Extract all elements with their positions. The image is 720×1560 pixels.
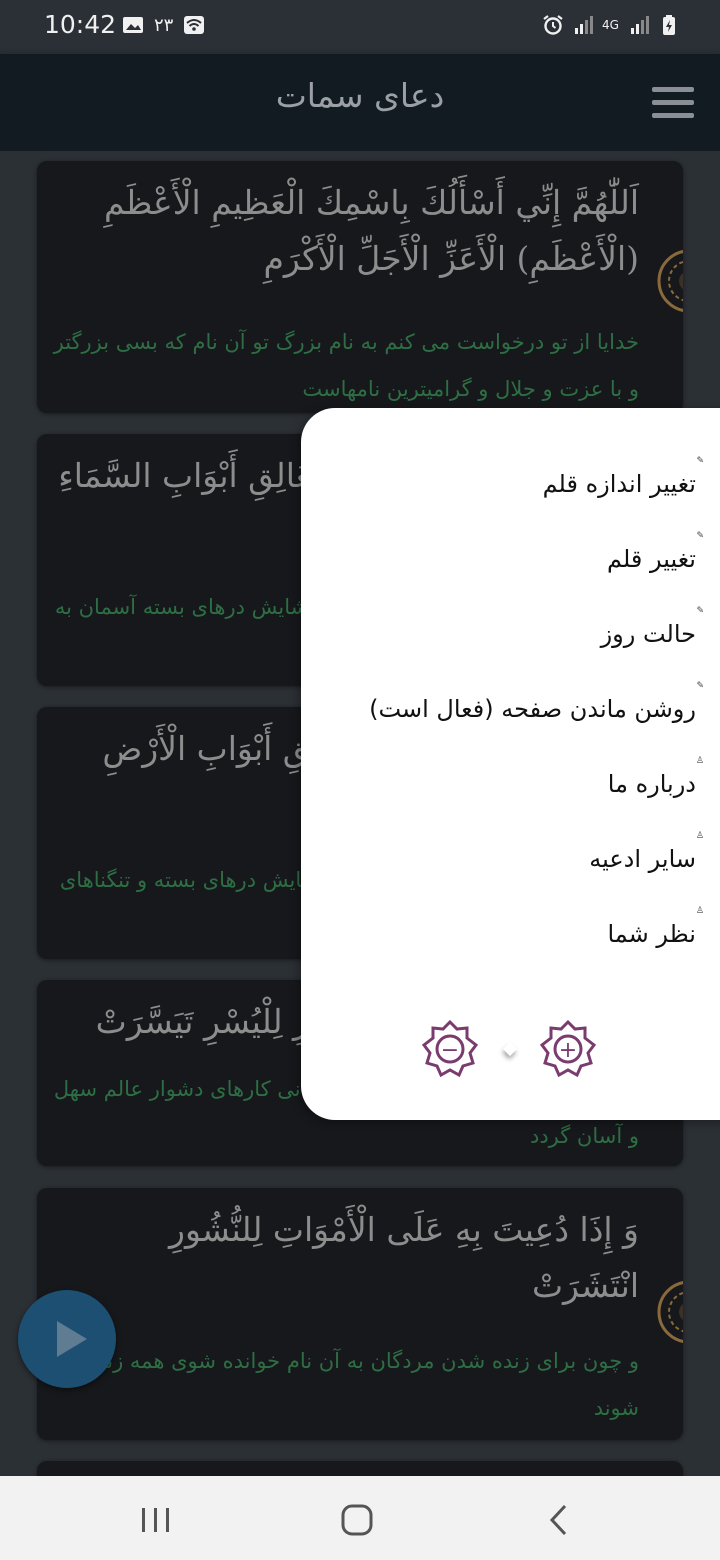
- status-extra: ۲۳: [154, 14, 174, 36]
- home-icon[interactable]: [337, 1502, 377, 1538]
- menu-item-other-prayers[interactable]: ♙ سایر ادعیه: [589, 831, 704, 905]
- arabic-text: اَللّٰهُمَّ إِنِّي أَسْأَلُكَ بِاسْمِكَ …: [104, 183, 639, 278]
- ornament-icon: [657, 1281, 683, 1343]
- status-left-icons: ۲۳: [122, 14, 205, 36]
- pen-icon: ✎: [696, 531, 704, 541]
- persian-translation: و چون برای زنده شدن مردگان به آن نام خوا…: [85, 1349, 639, 1420]
- pen-icon: ✎: [696, 456, 704, 466]
- system-nav-bar: [0, 1476, 720, 1560]
- plus-icon: +: [559, 1038, 577, 1063]
- network-type: 4G: [602, 18, 619, 32]
- ornament-icon: [657, 250, 683, 312]
- play-button[interactable]: [18, 1290, 116, 1388]
- menu-item-label: تغییر اندازه قلم: [542, 470, 696, 498]
- status-right-icons: 4G: [542, 14, 680, 36]
- page-title: دعای سمات: [275, 76, 445, 115]
- prayer-card: اَللّٰهُمَّ إِنِّي أَسْأَلُكَ بِاسْمِكَ …: [37, 161, 683, 413]
- person-icon: ♙: [695, 831, 704, 841]
- arabic-text: وَ إِذَا دُعِيتَ بِهِ عَلَى الْأَمْوَاتِ…: [169, 1210, 639, 1305]
- signal-icon: [575, 16, 593, 34]
- menu-item-label: سایر ادعیه: [589, 845, 696, 873]
- signal-icon: [631, 16, 649, 34]
- pen-icon: ✎: [696, 681, 704, 691]
- prayer-card: [37, 1461, 683, 1476]
- image-icon: [123, 17, 143, 33]
- menu-item-label: نظر شما: [607, 920, 696, 948]
- menu-item-font[interactable]: ✎ تغییر قلم: [606, 531, 704, 605]
- status-time: 10:42: [44, 10, 117, 39]
- status-bar: 10:42 ۲۳ 4G: [0, 0, 720, 54]
- battery-icon: [663, 15, 675, 35]
- menu-item-about[interactable]: ♙ درباره ما: [607, 756, 704, 830]
- decrease-font-button[interactable]: −: [421, 1020, 479, 1078]
- menu-item-label: درباره ما: [607, 770, 696, 798]
- back-icon[interactable]: [540, 1502, 580, 1538]
- recents-icon[interactable]: [136, 1502, 176, 1538]
- prayer-card: وَ إِذَا دُعِيتَ بِهِ عَلَى الْأَمْوَاتِ…: [37, 1188, 683, 1440]
- pen-icon: ✎: [696, 606, 704, 616]
- persian-translation: خدایا از تو درخواست می کنم به نام بزرگ ت…: [53, 330, 639, 401]
- options-menu: ✎ تغییر اندازه قلم ✎ تغییر قلم ✎ حالت رو…: [301, 408, 720, 1120]
- increase-font-button[interactable]: +: [539, 1020, 597, 1078]
- hamburger-icon[interactable]: [652, 87, 696, 119]
- wifi-icon: [184, 16, 205, 34]
- menu-item-label: تغییر قلم: [606, 545, 696, 573]
- alarm-icon: [543, 15, 563, 35]
- person-icon: ♙: [695, 756, 704, 766]
- menu-item-day-mode[interactable]: ✎ حالت روز: [600, 606, 704, 680]
- app-bar: دعای سمات: [0, 54, 720, 151]
- play-icon: [57, 1321, 87, 1357]
- minus-icon: −: [441, 1038, 459, 1063]
- menu-item-label: حالت روز: [600, 620, 696, 648]
- menu-item-feedback[interactable]: ♙ نظر شما: [607, 906, 704, 980]
- person-icon: ♙: [695, 906, 704, 916]
- menu-item-keep-screen-on[interactable]: ✎ روشن ماندن صفحه (فعال است): [369, 681, 704, 755]
- menu-item-label: روشن ماندن صفحه (فعال است): [369, 695, 696, 723]
- menu-item-font-size[interactable]: ✎ تغییر اندازه قلم: [542, 456, 704, 530]
